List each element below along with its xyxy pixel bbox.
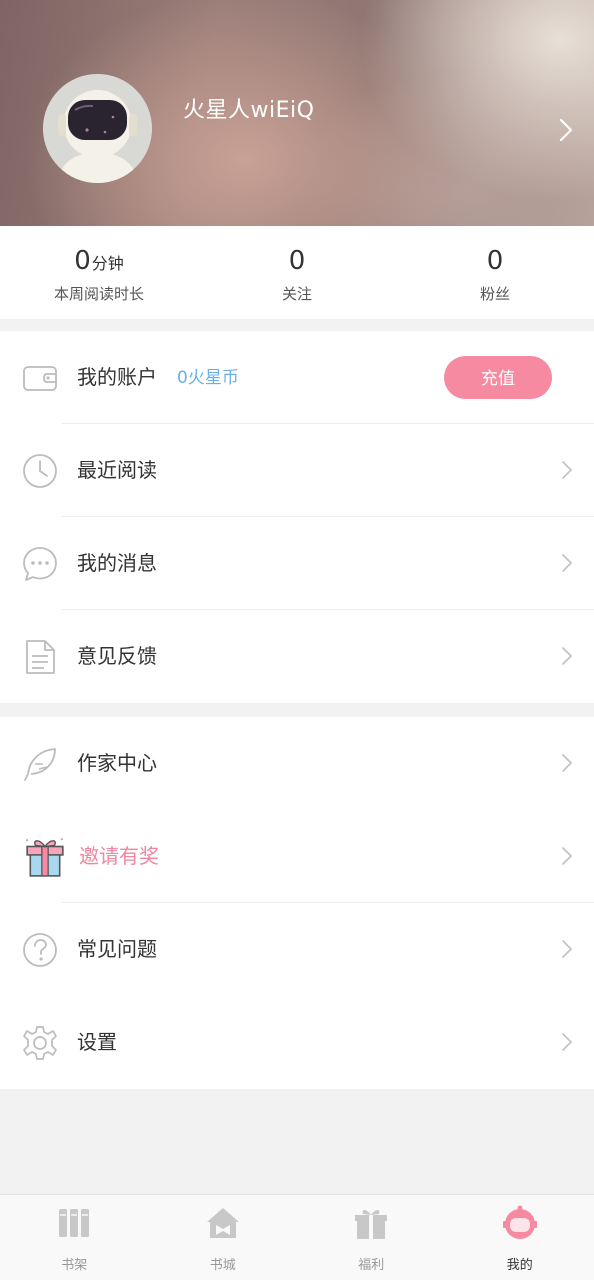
gift-icon (26, 838, 64, 877)
bottom-tab-bar: 书架 书城 福利 我的 (0, 1194, 594, 1280)
stat-label: 本周阅读时长 (53, 285, 144, 303)
message-icon (23, 547, 57, 581)
menu-section-2: 作家中心 邀请有奖 常见问题 设置 (0, 717, 594, 1089)
tab-welfare[interactable]: 福利 (297, 1195, 446, 1280)
menu-item-settings[interactable]: 设置 (0, 996, 594, 1089)
chevron-right-icon (562, 754, 573, 772)
menu-item-recent-reading[interactable]: 最近阅读 (0, 424, 594, 517)
stats-bar: 0分钟 本周阅读时长 0 关注 0 粉丝 (0, 226, 594, 319)
menu-item-label: 最近阅读 (77, 458, 157, 482)
chevron-right-icon (562, 1033, 573, 1051)
tab-label: 书城 (209, 1258, 236, 1273)
stat-value: 0分钟 (74, 246, 124, 276)
username: 火星人wiEiQ (183, 98, 315, 123)
recharge-button[interactable]: 充值 (444, 356, 552, 399)
menu-item-label: 邀请有奖 (79, 844, 159, 868)
menu-item-label: 常见问题 (77, 937, 157, 961)
menu-item-writer-center[interactable]: 作家中心 (0, 717, 594, 810)
menu-item-label: 我的账户 (77, 365, 157, 389)
wallet-icon (23, 366, 57, 391)
stat-following[interactable]: 0 关注 (198, 226, 396, 319)
chevron-right-icon (562, 940, 573, 958)
menu-item-faq[interactable]: 常见问题 (0, 903, 594, 996)
stat-value: 0 (486, 246, 504, 276)
tab-bookshelf[interactable]: 书架 (0, 1195, 149, 1280)
menu-item-feedback[interactable]: 意见反馈 (0, 610, 594, 703)
chevron-right-icon (562, 461, 573, 479)
tab-bookstore[interactable]: 书城 (149, 1195, 298, 1280)
chevron-right-icon (562, 647, 573, 665)
menu-item-label: 作家中心 (77, 751, 157, 775)
stat-value: 0 (288, 246, 306, 276)
bookshelf-icon (59, 1209, 90, 1237)
tab-label: 书架 (61, 1258, 88, 1273)
document-icon (26, 640, 55, 674)
avatar[interactable] (43, 74, 152, 183)
stat-label: 关注 (281, 285, 312, 303)
coin-balance: 0火星币 (177, 368, 239, 388)
astronaut-icon (502, 1205, 537, 1239)
gear-icon (23, 1026, 57, 1060)
profile-header[interactable]: 火星人wiEiQ (0, 0, 594, 226)
bookstore-icon (206, 1208, 239, 1238)
chevron-right-icon (562, 554, 573, 572)
question-icon (23, 933, 57, 967)
menu-item-messages[interactable]: 我的消息 (0, 517, 594, 610)
menu-item-invite[interactable]: 邀请有奖 (0, 810, 594, 903)
astronaut-icon (43, 74, 152, 183)
stat-unit: 分钟 (91, 254, 124, 273)
menu-item-account[interactable]: 我的账户 0火星币 充值 (0, 331, 594, 424)
stat-reading-time[interactable]: 0分钟 本周阅读时长 (0, 226, 198, 319)
gift-icon (355, 1210, 388, 1239)
stat-label: 粉丝 (479, 285, 510, 303)
menu-item-label: 意见反馈 (77, 644, 157, 668)
menu-section-1: 我的账户 0火星币 充值 最近阅读 我的消息 意见反馈 (0, 331, 594, 703)
menu-item-label: 设置 (77, 1030, 117, 1054)
profile-page: 火星人wiEiQ 0分钟 本周阅读时长 0 关注 0 粉丝 我的账户 0火星币 (0, 0, 594, 1280)
tab-mine[interactable]: 我的 (446, 1195, 594, 1280)
stat-fans[interactable]: 0 粉丝 (396, 226, 594, 319)
menu-item-label: 我的消息 (77, 551, 157, 575)
clock-icon (23, 454, 57, 488)
feather-icon (24, 748, 56, 781)
chevron-right-icon[interactable] (556, 117, 576, 143)
tab-label: 福利 (358, 1258, 385, 1273)
tab-label: 我的 (506, 1258, 533, 1273)
chevron-right-icon (562, 847, 573, 865)
